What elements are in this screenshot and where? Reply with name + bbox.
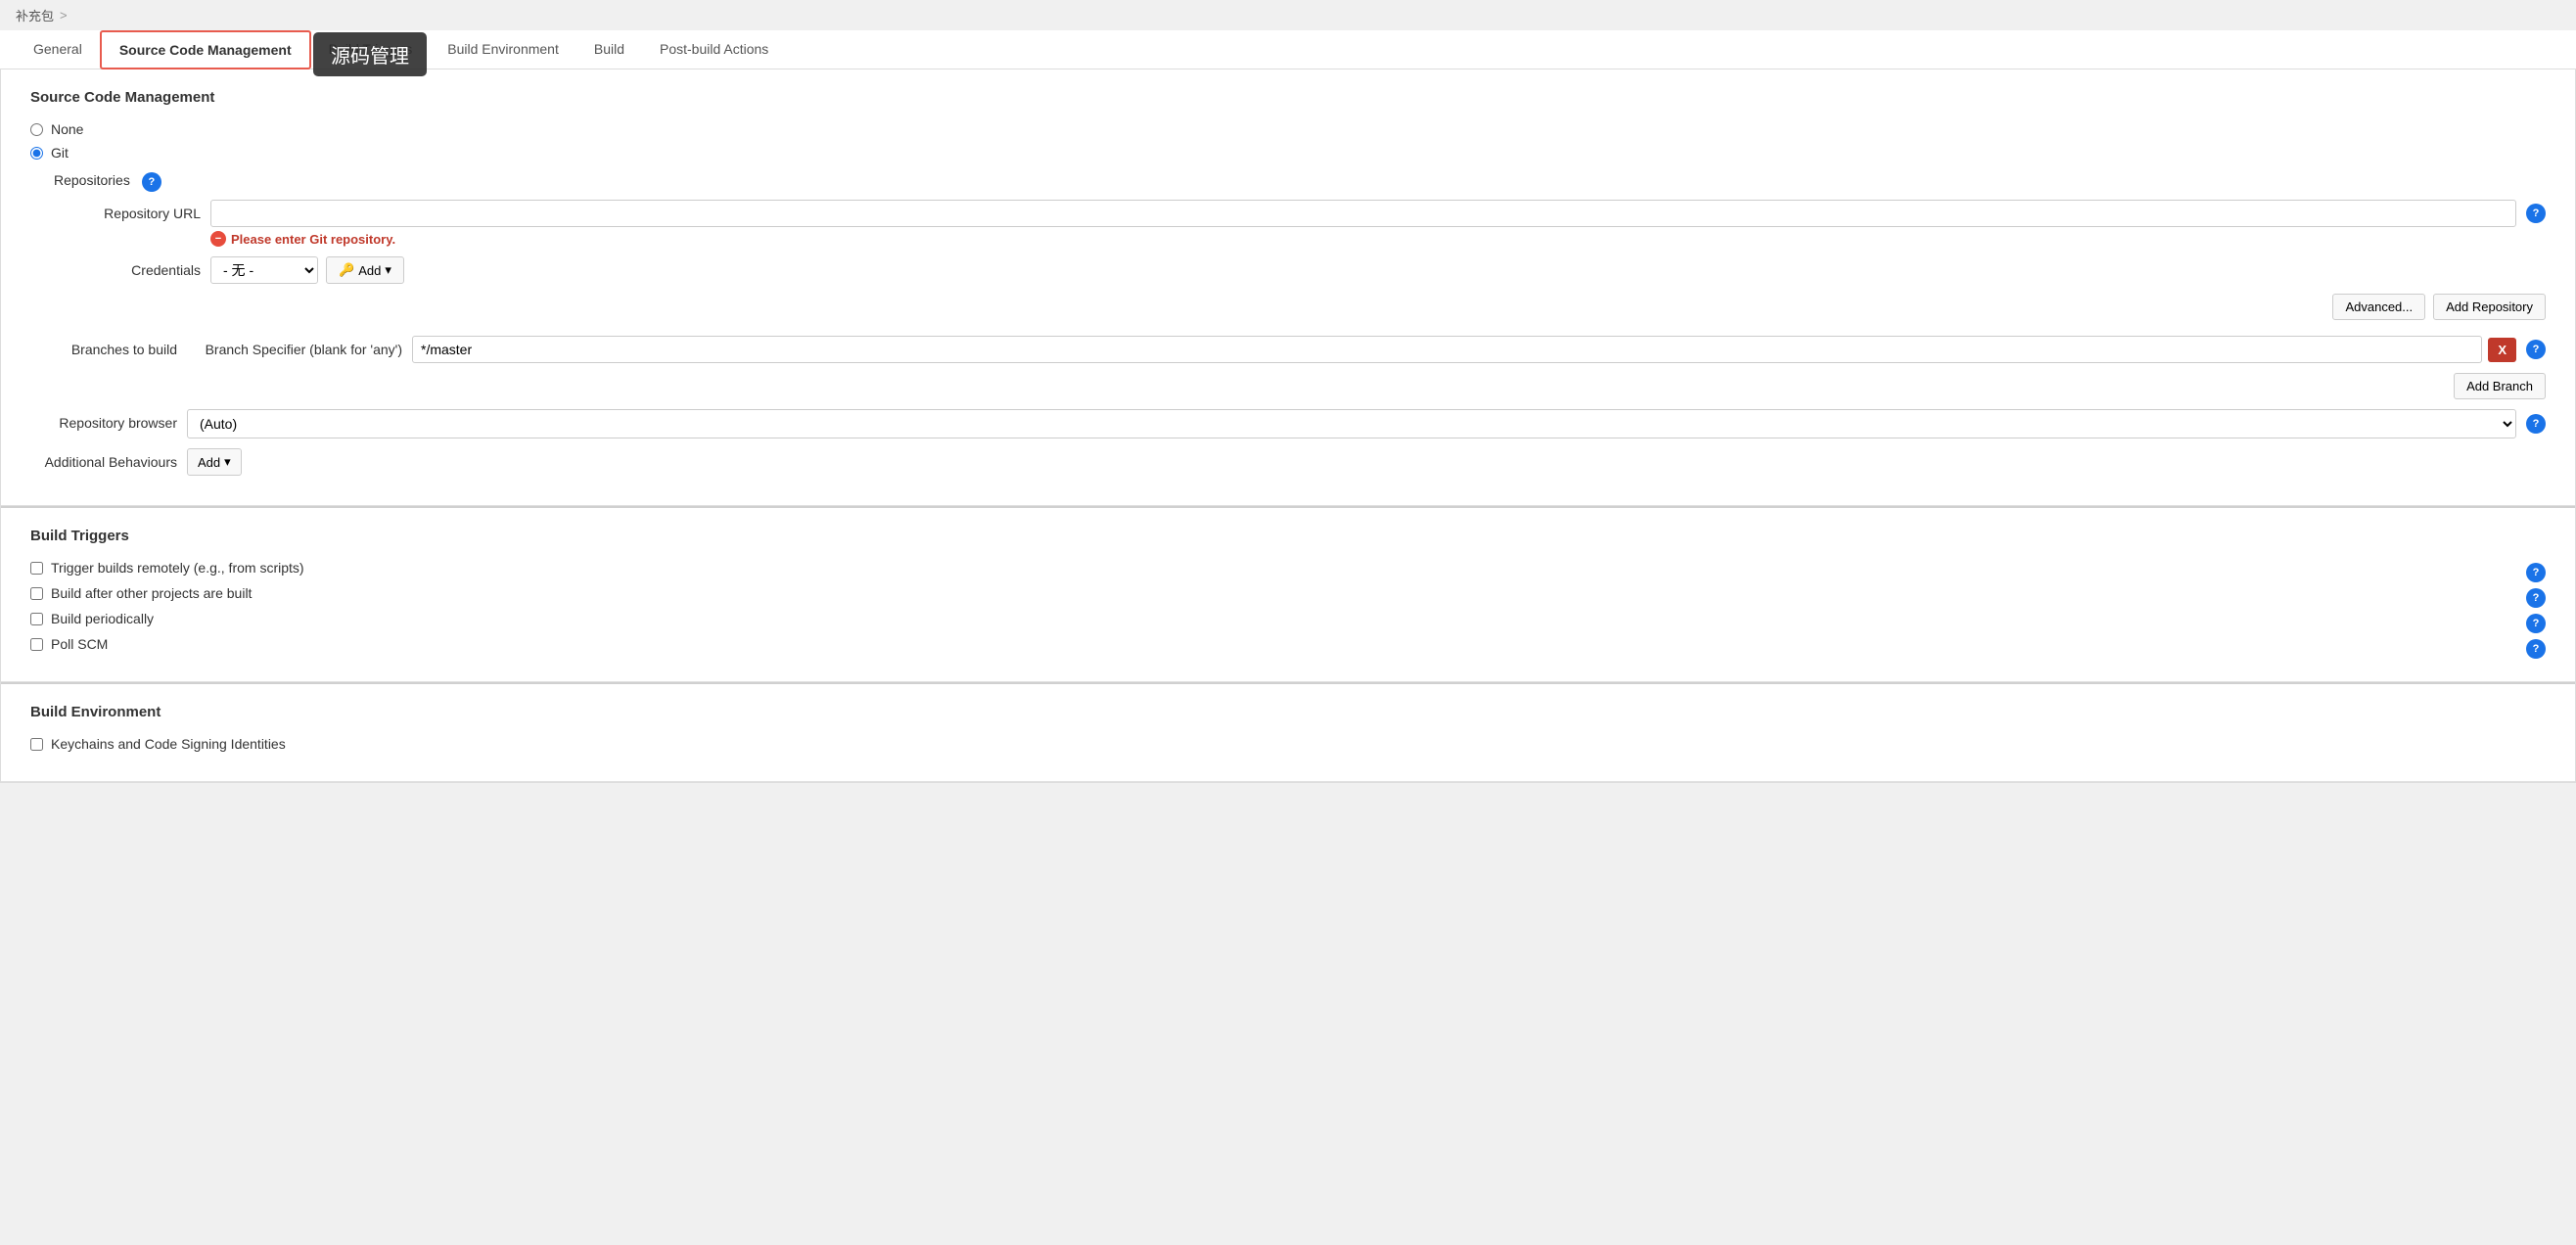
main-content: Source Code Management None Git Reposito…: [0, 69, 2576, 783]
credentials-label: Credentials: [54, 256, 201, 278]
tab-build[interactable]: Build: [576, 31, 642, 69]
branches-label: Branches to build: [30, 336, 177, 357]
trigger-checkbox-1[interactable]: [30, 587, 43, 600]
build-triggers-section: Build Triggers Trigger builds remotely (…: [1, 506, 2575, 682]
git-radio-label: Git: [51, 145, 69, 161]
tab-source-code-management[interactable]: Source Code Management: [100, 30, 311, 69]
tab-build-triggers[interactable]: Build Triggers: [311, 31, 431, 69]
trigger-row-0: Trigger builds remotely (e.g., from scri…: [30, 560, 2546, 585]
radio-none[interactable]: None: [30, 121, 2546, 137]
repo-action-buttons: Advanced... Add Repository: [54, 294, 2546, 320]
radio-git[interactable]: Git: [30, 145, 2546, 161]
trigger-help-0[interactable]: ?: [2526, 563, 2546, 582]
key-icon: 🔑: [339, 262, 354, 278]
error-message: − Please enter Git repository.: [210, 231, 2546, 247]
trigger-help-2[interactable]: ?: [2526, 614, 2546, 633]
advanced-button[interactable]: Advanced...: [2332, 294, 2425, 320]
scm-section-title: Source Code Management: [30, 89, 2546, 106]
breadcrumb-text: 补充包: [16, 6, 54, 24]
trigger-help-3[interactable]: ?: [2526, 639, 2546, 659]
trigger-row-3: Poll SCM ?: [30, 636, 2546, 662]
repo-browser-select[interactable]: (Auto): [187, 409, 2516, 438]
additional-behaviours-label: Additional Behaviours: [30, 448, 177, 470]
delete-branch-button[interactable]: X: [2488, 338, 2516, 362]
breadcrumb: 补充包 >: [0, 0, 2576, 30]
add-chevron-icon: ▾: [385, 262, 391, 278]
repo-url-input-group: ? − Please enter Git repository.: [210, 200, 2546, 247]
repositories-help-icon[interactable]: ?: [142, 172, 161, 192]
repo-url-help-icon[interactable]: ?: [2526, 204, 2546, 223]
repo-browser-help-icon[interactable]: ?: [2526, 414, 2546, 434]
branch-specifier-input[interactable]: [412, 336, 2482, 363]
trigger-item-1[interactable]: Build after other projects are built: [30, 585, 252, 601]
error-icon: −: [210, 231, 226, 247]
credentials-controls: - 无 - 🔑 Add ▾: [210, 256, 404, 284]
error-text: Please enter Git repository.: [231, 232, 395, 247]
trigger-item-2[interactable]: Build periodically: [30, 611, 154, 626]
credentials-row: Credentials - 无 - 🔑 Add ▾: [54, 256, 2546, 284]
repo-url-label: Repository URL: [54, 200, 201, 221]
repo-browser-row: Repository browser (Auto) ?: [30, 409, 2546, 438]
none-radio-input[interactable]: [30, 123, 43, 136]
tab-post-build-actions[interactable]: Post-build Actions: [642, 31, 786, 69]
repo-browser-label: Repository browser: [30, 409, 177, 431]
trigger-label-2: Build periodically: [51, 611, 154, 626]
branches-content: Branch Specifier (blank for 'any') X ? A…: [187, 336, 2546, 399]
add-branch-buttons: Add Branch: [187, 373, 2546, 399]
build-environment-section: Build Environment Keychains and Code Sig…: [1, 682, 2575, 782]
trigger-help-1[interactable]: ?: [2526, 588, 2546, 608]
trigger-item-3[interactable]: Poll SCM: [30, 636, 108, 652]
none-radio-label: None: [51, 121, 83, 137]
env-checkbox-0[interactable]: [30, 738, 43, 751]
repo-url-row: Repository URL ? − Please enter Git repo…: [54, 200, 2546, 247]
branch-specifier-label: Branch Specifier (blank for 'any'): [187, 336, 402, 357]
credentials-add-button[interactable]: 🔑 Add ▾: [326, 256, 404, 284]
additional-behaviours-controls: Add ▾: [187, 448, 242, 476]
credentials-select[interactable]: - 无 -: [210, 256, 318, 284]
build-environment-title: Build Environment: [30, 704, 2546, 720]
branch-specifier-row: Branch Specifier (blank for 'any') X ?: [187, 336, 2546, 363]
trigger-row-1: Build after other projects are built ?: [30, 585, 2546, 611]
tab-build-environment[interactable]: Build Environment: [430, 31, 576, 69]
add-button-label: Add: [358, 263, 381, 278]
trigger-checkbox-0[interactable]: [30, 562, 43, 575]
env-label-0: Keychains and Code Signing Identities: [51, 736, 286, 752]
trigger-label-3: Poll SCM: [51, 636, 108, 652]
trigger-item-0[interactable]: Trigger builds remotely (e.g., from scri…: [30, 560, 304, 576]
add-behaviour-chevron: ▾: [224, 454, 231, 470]
trigger-label-1: Build after other projects are built: [51, 585, 252, 601]
trigger-label-0: Trigger builds remotely (e.g., from scri…: [51, 560, 304, 576]
build-triggers-title: Build Triggers: [30, 528, 2546, 544]
repositories-label: Repositories: [54, 172, 130, 188]
breadcrumb-separator: >: [60, 8, 68, 23]
repositories-section: Repositories ? Repository URL ? − Please…: [54, 172, 2546, 320]
trigger-checkbox-3[interactable]: [30, 638, 43, 651]
trigger-row-2: Build periodically ?: [30, 611, 2546, 636]
branch-help-icon[interactable]: ?: [2526, 340, 2546, 359]
env-item-0[interactable]: Keychains and Code Signing Identities: [30, 736, 2546, 752]
branches-section: Branches to build Branch Specifier (blan…: [30, 336, 2546, 399]
add-branch-button[interactable]: Add Branch: [2454, 373, 2546, 399]
scm-section: Source Code Management None Git Reposito…: [1, 69, 2575, 506]
trigger-checkbox-2[interactable]: [30, 613, 43, 625]
add-behaviour-label: Add: [198, 455, 220, 470]
additional-behaviours-row: Additional Behaviours Add ▾: [30, 448, 2546, 476]
add-behaviour-button[interactable]: Add ▾: [187, 448, 242, 476]
add-repository-button[interactable]: Add Repository: [2433, 294, 2546, 320]
tabs-bar: General Source Code Management Build Tri…: [0, 30, 2576, 69]
git-radio-input[interactable]: [30, 147, 43, 160]
tab-general[interactable]: General: [16, 31, 100, 69]
repo-url-input[interactable]: [210, 200, 2516, 227]
